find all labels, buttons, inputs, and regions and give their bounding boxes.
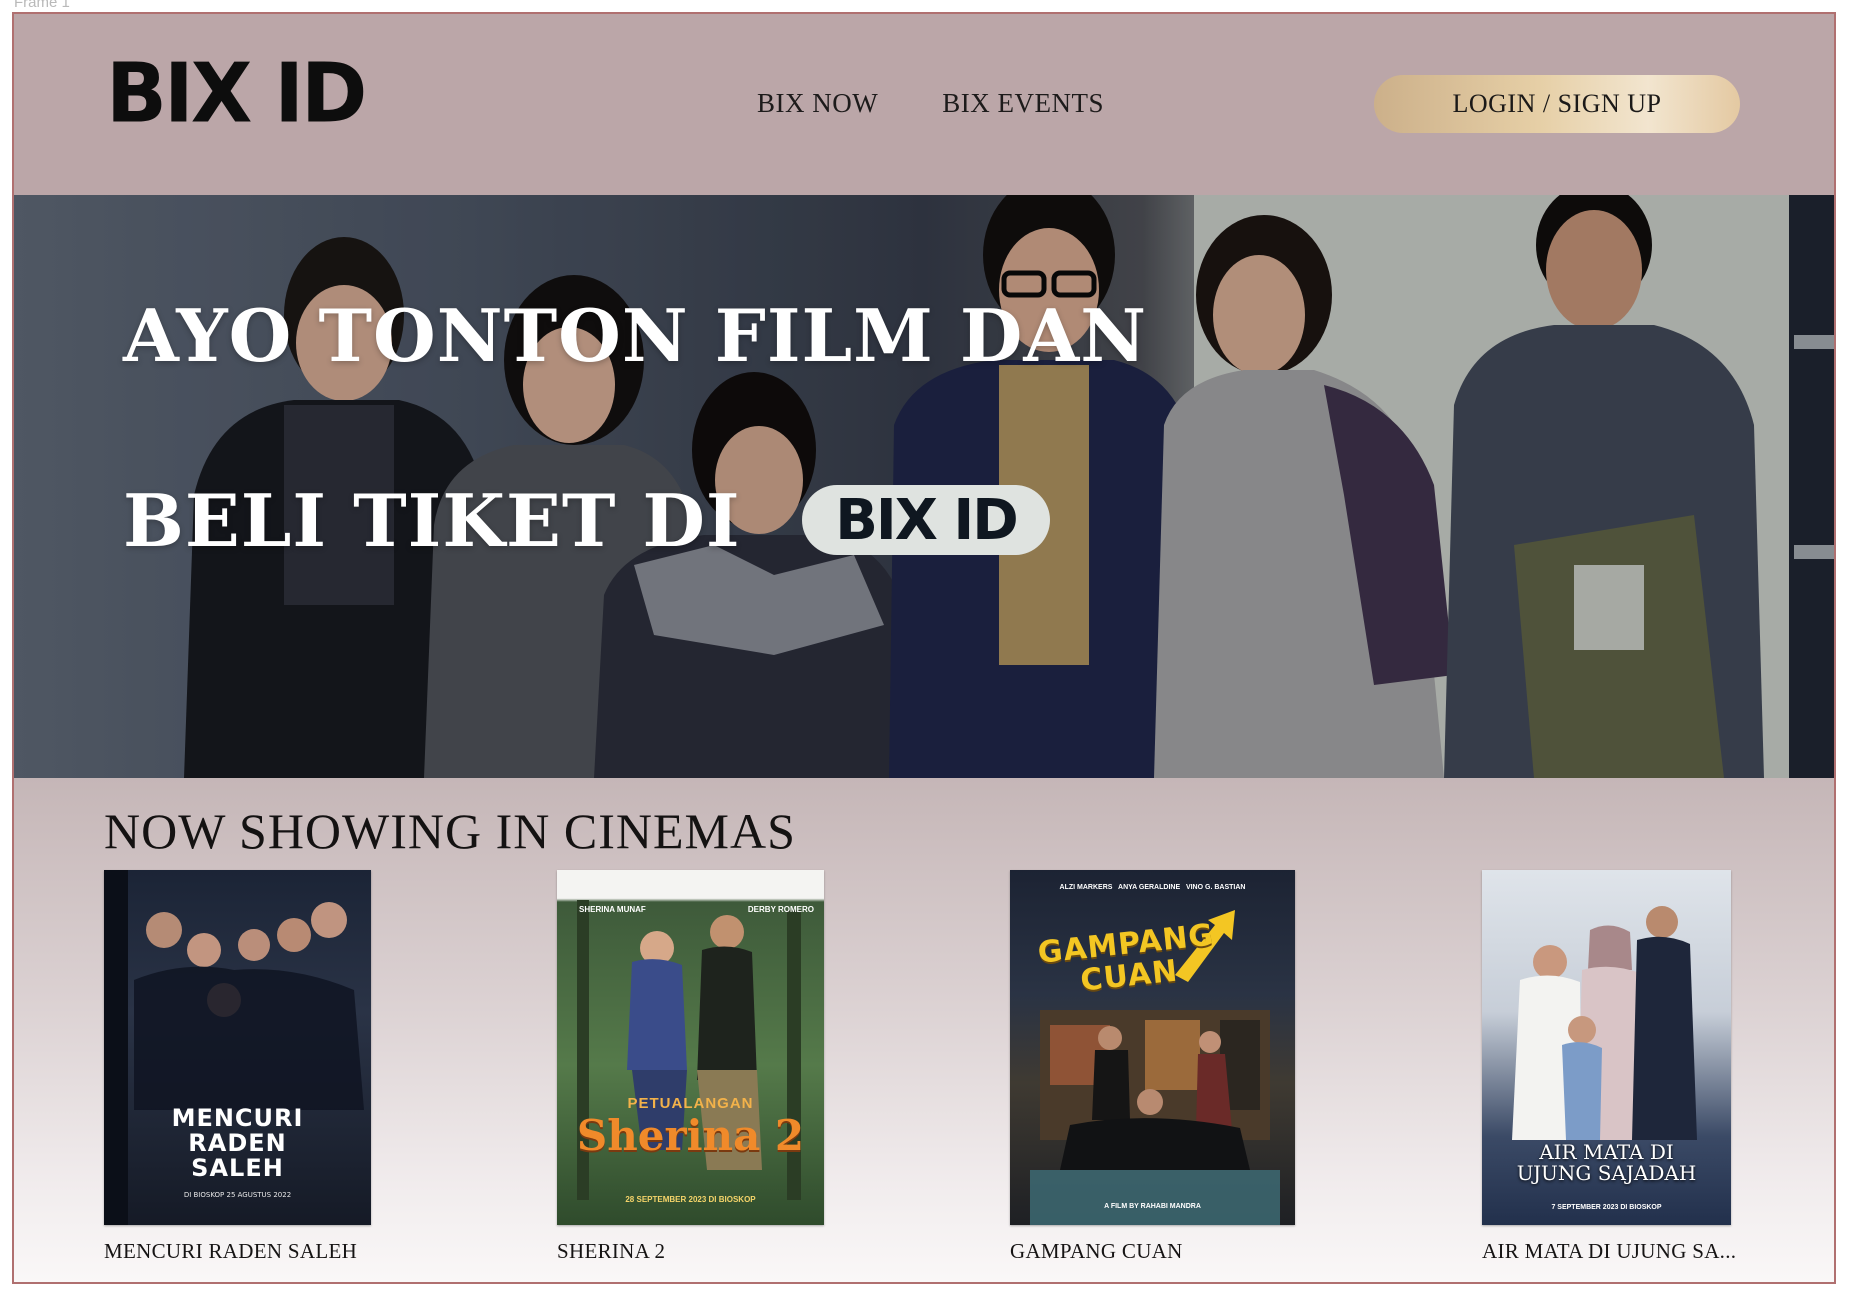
movie-card-sherina-2[interactable]: Sherina Munaf Derby Romero PETUALANGAN S…	[557, 870, 824, 1264]
poster-title: MENCURI RADEN SALEH	[171, 1104, 304, 1183]
poster-release: DI BIOSKOP 25 AGUSTUS 2022	[183, 1191, 292, 1199]
section-title: NOW SHOWING IN CINEMAS	[104, 803, 796, 859]
poster-cast: ALZI MARKERS ANYA GERALDINE VINO G. BAST…	[1059, 884, 1246, 891]
movie-card-mencuri-raden-saleh[interactable]: MENCURI RADEN SALEH DI BIOSKOP 25 AGUSTU…	[104, 870, 371, 1264]
movie-caption[interactable]: MENCURI RADEN SALEH	[104, 1239, 371, 1264]
hero-banner: AYO TONTON FILM DAN BELI TIKET DI BIX ID	[14, 195, 1834, 778]
site-header: BIX ID BIX NOW BIX EVENTS LOGIN / SIGN U…	[14, 14, 1834, 195]
movie-caption[interactable]: GAMPANG CUAN	[1010, 1239, 1295, 1264]
poster-cast-right: Derby Romero	[747, 905, 814, 914]
hero-bix-id-badge: BIX ID	[802, 485, 1050, 555]
poster-art	[577, 900, 801, 1200]
page-frame: BIX ID BIX NOW BIX EVENTS LOGIN / SIGN U…	[12, 12, 1836, 1284]
movie-poster[interactable]: MENCURI RADEN SALEH DI BIOSKOP 25 AGUSTU…	[104, 870, 371, 1225]
movie-card-gampang-cuan[interactable]: ALZI MARKERS ANYA GERALDINE VINO G. BAST…	[1010, 870, 1295, 1264]
now-showing-section: NOW SHOWING IN CINEMAS MENCURI RADEN SAL…	[14, 778, 1834, 1282]
poster-release: 7 SEPTEMBER 2023 DI BIOSKOP	[1551, 1204, 1662, 1211]
movie-caption[interactable]: AIR MATA DI UJUNG SA...	[1482, 1239, 1736, 1264]
poster-release: 28 SEPTEMBER 2023 DI BIOSKOP	[625, 1195, 756, 1204]
movie-caption[interactable]: SHERINA 2	[557, 1239, 824, 1264]
movie-poster[interactable]: AIR MATA di UJUNG SAJADAH 7 SEPTEMBER 20…	[1482, 870, 1731, 1225]
hero-headline-line1: AYO TONTON FILM DAN	[123, 293, 1148, 378]
poster-release: A FILM BY RAHABI MANDRA	[1104, 1203, 1201, 1210]
poster-title: Sherina 2	[576, 1111, 805, 1160]
site-logo[interactable]: BIX ID	[106, 53, 367, 135]
movie-card-air-mata-di-ujung-sajadah[interactable]: AIR MATA di UJUNG SAJADAH 7 SEPTEMBER 20…	[1482, 870, 1736, 1264]
poster-cast-left: Sherina Munaf	[579, 905, 646, 914]
frame-label: Frame 1	[14, 0, 70, 11]
movie-poster[interactable]: ALZI MARKERS ANYA GERALDINE VINO G. BAST…	[1010, 870, 1295, 1225]
movie-poster[interactable]: Sherina Munaf Derby Romero PETUALANGAN S…	[557, 870, 824, 1225]
hero-headline-line2: BELI TIKET DI	[123, 478, 741, 563]
main-nav: BIX NOW BIX EVENTS	[757, 88, 1104, 119]
poster-title: AIR MATA di UJUNG SAJADAH	[1516, 1140, 1697, 1185]
login-signup-button[interactable]: LOGIN / SIGN UP	[1374, 75, 1740, 133]
nav-bix-now[interactable]: BIX NOW	[757, 88, 878, 119]
nav-bix-events[interactable]: BIX EVENTS	[942, 88, 1104, 119]
poster-kicker: PETUALANGAN	[627, 1095, 754, 1112]
